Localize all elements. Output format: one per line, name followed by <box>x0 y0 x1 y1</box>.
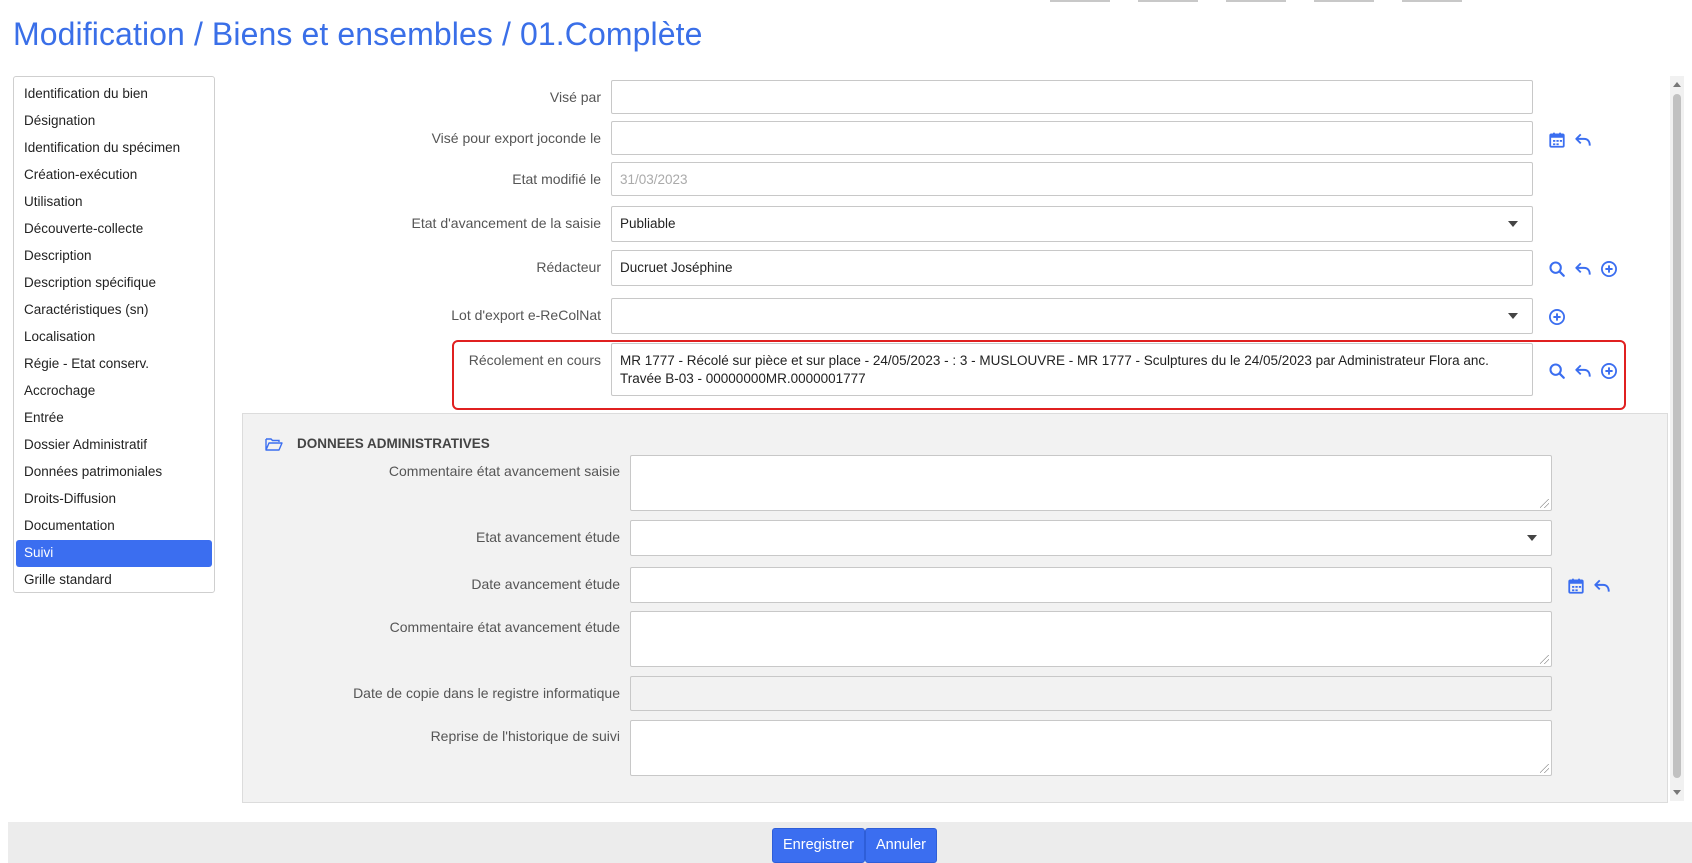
resize-grip-icon[interactable] <box>1540 499 1549 508</box>
date-etude-input[interactable] <box>630 567 1552 603</box>
nav-item-5[interactable]: Découverte-collecte <box>16 216 212 243</box>
date-copie-label: Date de copie dans le registre informati… <box>353 685 620 701</box>
commentaire-saisie-label: Commentaire état avancement saisie <box>388 463 620 479</box>
nav-item-6[interactable]: Description <box>16 243 212 270</box>
scrollbar[interactable] <box>1670 76 1684 801</box>
page-title: Modification / Biens et ensembles / 01.C… <box>13 16 703 52</box>
recolement-label: Récolement en cours <box>468 352 601 368</box>
add-circle-icon[interactable] <box>1599 361 1619 381</box>
etat-avancement-value: Publiable <box>620 216 676 231</box>
undo-icon[interactable] <box>1573 259 1593 279</box>
add-circle-icon[interactable] <box>1599 259 1619 279</box>
reprise-label: Reprise de l'historique de suivi <box>430 728 620 744</box>
search-icon[interactable] <box>1547 361 1567 381</box>
recolement-line-1: MR 1777 - Récolé sur pièce et sur place … <box>620 353 1489 368</box>
nav-item-10[interactable]: Régie - Etat conserv. <box>16 351 212 378</box>
nav-item-16[interactable]: Documentation <box>16 513 212 540</box>
etat-etude-label: Etat avancement étude <box>476 529 620 545</box>
resize-grip-icon[interactable] <box>1540 764 1549 773</box>
nav-item-14[interactable]: Données patrimoniales <box>16 459 212 486</box>
vise-par-label: Visé par <box>549 89 601 105</box>
nav-item-9[interactable]: Localisation <box>16 324 212 351</box>
commentaire-etude-label: Commentaire état avancement étude <box>389 619 620 635</box>
nav-item-1[interactable]: Désignation <box>16 108 212 135</box>
save-button[interactable]: Enregistrer <box>772 828 865 863</box>
chevron-down-icon <box>1508 221 1518 227</box>
add-circle-icon[interactable] <box>1547 307 1567 327</box>
undo-icon[interactable] <box>1573 130 1593 150</box>
nav-item-7[interactable]: Description spécifique <box>16 270 212 297</box>
date-copie-input <box>630 676 1552 711</box>
commentaire-etude-textarea[interactable] <box>630 611 1552 667</box>
recolement-line-2: Travée B-03 - 00000000MR.0000001777 <box>620 371 866 386</box>
date-etude-label: Date avancement étude <box>471 576 620 592</box>
section-title: DONNEES ADMINISTRATIVES <box>297 436 490 451</box>
search-icon[interactable] <box>1547 259 1567 279</box>
nav-item-13[interactable]: Dossier Administratif <box>16 432 212 459</box>
undo-icon[interactable] <box>1573 361 1593 381</box>
folder-open-icon <box>265 437 283 451</box>
nav-item-15[interactable]: Droits-Diffusion <box>16 486 212 513</box>
nav-item-3[interactable]: Création-exécution <box>16 162 212 189</box>
nav-item-2[interactable]: Identification du spécimen <box>16 135 212 162</box>
calendar-icon[interactable] <box>1547 130 1567 150</box>
recolement-field[interactable]: MR 1777 - Récolé sur pièce et sur place … <box>611 343 1533 396</box>
etat-etude-select[interactable] <box>630 520 1552 556</box>
calendar-icon[interactable] <box>1566 576 1586 596</box>
nav-item-8[interactable]: Caractéristiques (sn) <box>16 297 212 324</box>
etat-avancement-select[interactable]: Publiable <box>611 206 1533 242</box>
top-toolbar-cut <box>1050 0 1692 6</box>
cancel-button[interactable]: Annuler <box>865 828 937 863</box>
redacteur-input[interactable]: Ducruet Joséphine <box>611 250 1533 286</box>
nav-item-12[interactable]: Entrée <box>16 405 212 432</box>
section-header[interactable]: DONNEES ADMINISTRATIVES <box>265 436 490 451</box>
etat-avancement-label: Etat d'avancement de la saisie <box>411 215 601 231</box>
nav-item-0[interactable]: Identification du bien <box>16 81 212 108</box>
vise-par-input[interactable] <box>611 80 1533 114</box>
reprise-textarea[interactable] <box>630 720 1552 776</box>
etat-modifie-label: Etat modifié le <box>512 171 601 187</box>
nav-item-11[interactable]: Accrochage <box>16 378 212 405</box>
lot-export-label: Lot d'export e-ReColNat <box>451 307 601 323</box>
chevron-down-icon <box>1527 535 1537 541</box>
lot-export-select[interactable] <box>611 298 1533 334</box>
etat-modifie-input: 31/03/2023 <box>611 162 1533 196</box>
vise-export-label: Visé pour export joconde le <box>431 130 601 146</box>
redacteur-label: Rédacteur <box>536 259 601 275</box>
nav-item-18[interactable]: Grille standard <box>16 567 212 594</box>
nav-item-17[interactable]: Suivi <box>16 540 212 567</box>
scroll-down-arrow-icon[interactable] <box>1673 790 1681 795</box>
nav-item-4[interactable]: Utilisation <box>16 189 212 216</box>
resize-grip-icon[interactable] <box>1540 655 1549 664</box>
section-nav: Identification du bien Désignation Identif… <box>13 76 215 593</box>
scrollbar-thumb[interactable] <box>1673 94 1681 778</box>
vise-export-input[interactable] <box>611 121 1533 155</box>
commentaire-saisie-textarea[interactable] <box>630 455 1552 511</box>
chevron-down-icon <box>1508 313 1518 319</box>
undo-icon[interactable] <box>1592 576 1612 596</box>
scroll-up-arrow-icon[interactable] <box>1673 82 1681 87</box>
